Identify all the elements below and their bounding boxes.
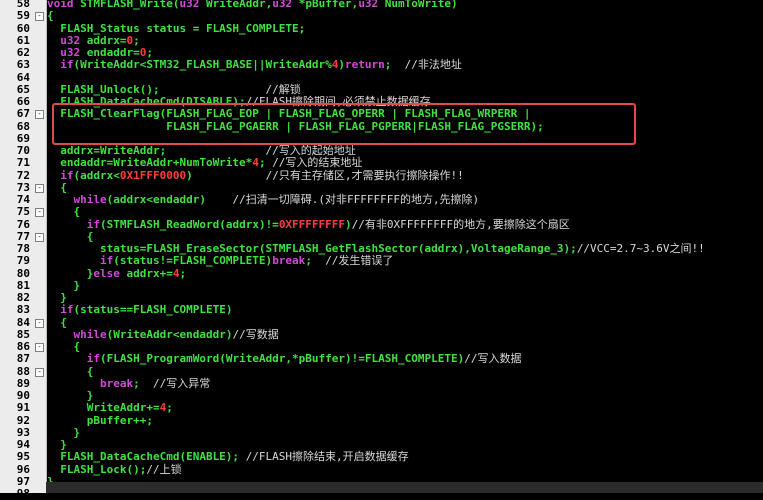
line-number: 94 (16, 438, 30, 451)
line-number: 97 (16, 474, 30, 488)
fold-toggle-icon[interactable]: - (35, 183, 44, 193)
line-number: 88 (16, 364, 30, 378)
code-line: if(addrx<0X1FFF0000) //只有主存储区,才需要执行擦除操作!… (60, 168, 464, 182)
line-number: 64 (16, 70, 30, 84)
line-number: 70 (16, 144, 30, 157)
code-line: { (47, 364, 94, 378)
code-line: } (47, 291, 67, 304)
code-line: } (47, 425, 81, 439)
code-line: FLASH_Lock();//上锁 (47, 462, 182, 476)
line-number: 95 (16, 450, 30, 464)
line-number: 80 (16, 266, 30, 280)
code-line: if(STMFLASH_ReadWord(addrx)!=0XFFFFFFFF)… (86, 217, 570, 231)
line-number: 89 (16, 376, 30, 390)
code-line: pBuffer++; (47, 413, 153, 427)
line-number: 78 (16, 242, 30, 255)
code-line: break; //写入异常 (99, 376, 211, 390)
fold-toggle-icon[interactable]: - (35, 343, 44, 352)
line-number: 71 (16, 156, 30, 170)
code-line: while(addrx<endaddr) //扫清一切障碍.(对非FFFFFFF… (73, 193, 480, 206)
code-line: FLASH_Status status = FLASH_COMPLETE; (47, 21, 306, 35)
line-number: 73 (16, 180, 30, 194)
highlight-box (52, 103, 636, 145)
fold-toggle-icon[interactable]: - (35, 208, 44, 218)
line-number: 61 (16, 33, 30, 47)
line-number: 67 (16, 107, 30, 121)
code-line: if(FLASH_ProgramWord(WriteAddr,*pBuffer)… (86, 352, 522, 366)
line-number: 66 (16, 95, 30, 108)
line-number: 81 (16, 278, 30, 292)
code-line: endaddr=WriteAddr+NumToWrite*4; //写入的结束地… (47, 156, 363, 170)
code-line: }else addrx+=4; (47, 266, 187, 280)
line-number: 68 (16, 119, 30, 133)
code-line: u32 addrx=0; (60, 33, 140, 47)
line-number: 63 (16, 58, 30, 72)
line-number: 84 (16, 315, 30, 329)
line-number: 85 (16, 327, 30, 341)
line-number: 83 (16, 303, 30, 317)
horizontal-scrollbar[interactable] (46, 482, 763, 493)
line-number-gutter: 58 59-60 61 62 63 64 65 66 67-68 69 70 71 72 73-74 75-… (0, 0, 47, 500)
code-line: { (47, 229, 94, 243)
line-number: 92 (16, 413, 30, 427)
code-line: FLASH_DataCacheCmd(ENABLE); //FLASH擦除结束,… (47, 450, 409, 464)
code-line: if(WriteAddr<STM32_FLASH_BASE||WriteAddr… (60, 58, 462, 72)
line-number: 76 (16, 217, 30, 231)
line-number: 77 (16, 229, 30, 243)
code-line: while(WriteAddr<endaddr)//写数据 (73, 327, 279, 341)
line-number: 65 (16, 82, 30, 96)
fold-toggle-icon[interactable]: - (35, 110, 44, 120)
code-line: FLASH_Unlock(); //解锁 (47, 82, 301, 96)
fold-toggle-icon[interactable]: - (35, 232, 44, 242)
code-line: WriteAddr+=4; (47, 401, 173, 415)
line-number: 59 (16, 9, 30, 23)
line-number: 93 (16, 425, 30, 439)
line-number: 79 (16, 254, 30, 268)
code-line: { (47, 9, 54, 23)
line-number: 62 (16, 46, 30, 59)
code-line: void STMFLASH_Write(u32 WriteAddr,u32 *p… (47, 0, 458, 10)
line-number: 69 (16, 131, 30, 145)
line-number: 91 (16, 401, 30, 415)
line-number: 72 (16, 168, 30, 182)
code-line: { (47, 315, 67, 329)
code-line: if(status==FLASH_COMPLETE) (60, 303, 233, 317)
line-number: 96 (16, 462, 30, 476)
line-number: 60 (16, 21, 30, 35)
code-line: if(status!=FLASH_COMPLETE)break; //发生错误了 (99, 254, 394, 268)
line-number: 75 (16, 205, 30, 219)
line-number: 87 (16, 352, 30, 366)
line-number: 86 (16, 340, 30, 353)
code-line: } (47, 389, 94, 402)
line-number: 90 (16, 389, 30, 402)
code-editor[interactable]: void STMFLASH_Write(u32 WriteAddr,u32 *p… (47, 0, 763, 493)
line-number: 74 (16, 193, 30, 206)
line-number: 98 (16, 487, 30, 500)
code-line: { (47, 180, 67, 194)
fold-toggle-icon[interactable]: - (35, 12, 44, 22)
fold-toggle-icon[interactable]: - (35, 367, 44, 377)
code-line: { (47, 205, 81, 219)
line-number: 82 (16, 291, 30, 304)
code-line: } (47, 278, 81, 292)
fold-toggle-icon[interactable]: - (35, 318, 44, 328)
